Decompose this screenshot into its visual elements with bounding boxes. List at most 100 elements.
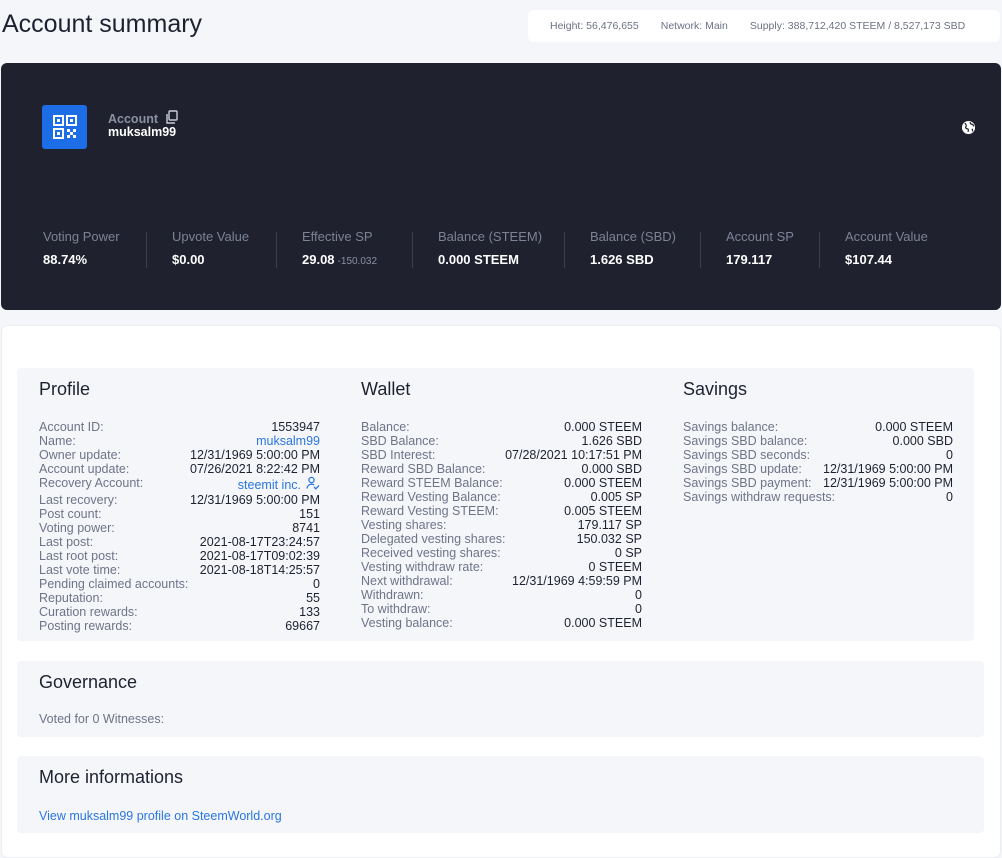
supply-label: Supply: 388,712,420 STEEM / 8,527,173 SB… xyxy=(749,20,966,32)
list-item: Owner update: 12/31/1969 5:00:00 PM xyxy=(39,448,320,462)
field-value: 0 STEEM xyxy=(588,560,643,574)
field-value: 8741 xyxy=(292,521,320,535)
list-item: Delegated vesting shares: 150.032 SP xyxy=(361,532,642,546)
field-value: 150.032 SP xyxy=(576,532,642,546)
governance-title: Governance xyxy=(39,672,138,692)
list-item: Vesting balance: 0.000 STEEM xyxy=(361,616,642,630)
field-value: 133 xyxy=(299,605,320,619)
field-value: 0 xyxy=(313,577,320,591)
recovery-account-name[interactable]: steemit inc. xyxy=(238,478,301,492)
metric-voting-power: Voting Power 88.74% xyxy=(43,229,120,267)
globe-icon[interactable] xyxy=(961,120,976,135)
field-label: Pending claimed accounts: xyxy=(39,577,189,591)
field-label: Curation rewards: xyxy=(39,605,138,619)
field-label: Reward Vesting STEEM: xyxy=(361,504,499,518)
field-label: Owner update: xyxy=(39,448,121,462)
field-label: Account ID: xyxy=(39,420,104,434)
metric-balance-steem: Balance (STEEM) 0.000 STEEM xyxy=(438,229,542,267)
list-item: Savings SBD payment: 12/31/1969 5:00:00 P… xyxy=(683,476,953,490)
divider xyxy=(700,232,701,268)
field-value: 2021-08-18T14:25:57 xyxy=(199,563,320,577)
list-item: Last vote time: 2021-08-18T14:25:57 xyxy=(39,563,320,577)
metric-effective-sp: Effective SP 29.08 -150.032 xyxy=(302,229,377,267)
list-item: Reward Vesting Balance: 0.005 SP xyxy=(361,490,642,504)
field-value: 0.000 SBD xyxy=(892,434,953,448)
savings-list: Savings balance: 0.000 STEEM Savings SBD … xyxy=(683,420,953,504)
field-label: SBD Interest: xyxy=(361,448,436,462)
account-name: muksalm99 xyxy=(108,125,177,139)
list-item: Last recovery: 12/31/1969 5:00:00 PM xyxy=(39,493,320,507)
field-label: Last root post: xyxy=(39,549,119,563)
witness-votes-text: Voted for 0 Witnesses: xyxy=(39,712,165,726)
metric-label: Balance (SBD) xyxy=(590,229,676,244)
field-value: 0.005 SP xyxy=(590,490,642,504)
list-item: Vesting withdraw rate: 0 STEEM xyxy=(361,560,642,574)
field-label: Savings balance: xyxy=(683,420,779,434)
metric-label: Account SP xyxy=(726,229,794,244)
account-hero: Account muksalm99 Voting Power 88.74% Up… xyxy=(1,63,1001,310)
list-item: Reputation: 55 xyxy=(39,591,320,605)
field-label: Savings SBD balance: xyxy=(683,434,808,448)
field-value: 0 xyxy=(635,588,642,602)
field-label: Savings withdraw requests: xyxy=(683,490,836,504)
field-value: 179.117 SP xyxy=(577,518,642,532)
field-label: Posting rewards: xyxy=(39,619,133,633)
field-label: Voting power: xyxy=(39,521,115,535)
field-value: 12/31/1969 5:00:00 PM xyxy=(190,448,320,462)
list-item: Next withdrawal: 12/31/1969 4:59:59 PM xyxy=(361,574,642,588)
list-item: Account update: 07/26/2021 8:22:42 PM xyxy=(39,462,320,476)
list-item: Reward SBD Balance: 0.000 SBD xyxy=(361,462,642,476)
divider xyxy=(412,232,413,268)
chain-stats: Height: 56,476,655 Network: Main Supply:… xyxy=(528,10,1000,42)
list-item: Savings SBD seconds: 0 xyxy=(683,448,953,462)
field-label: Withdrawn: xyxy=(361,588,424,602)
wallet-title: Wallet xyxy=(361,379,411,399)
list-item: Posting rewards: 69667 xyxy=(39,619,320,633)
field-value: 0 xyxy=(946,448,953,462)
field-label: Vesting withdraw rate: xyxy=(361,560,484,574)
metric-label: Balance (STEEM) xyxy=(438,229,543,244)
list-item: Vesting shares: 179.117 SP xyxy=(361,518,642,532)
field-value: 0 xyxy=(946,490,953,504)
metric-label: Voting Power xyxy=(43,229,120,244)
field-value: 0.000 STEEM xyxy=(564,476,642,490)
metric-value: 179.117 xyxy=(726,252,773,267)
field-label: Received vesting shares: xyxy=(361,546,501,560)
divider xyxy=(146,232,147,268)
details-card: Profile Account ID: 1553947 Name: muksalm9… xyxy=(1,325,1001,858)
account-name-link[interactable]: muksalm99 xyxy=(256,434,320,448)
list-item: SBD Balance: 1.626 SBD xyxy=(361,434,642,448)
field-value: 0.000 STEEM xyxy=(875,420,953,434)
field-label: Balance: xyxy=(361,420,410,434)
field-value: 12/31/1969 4:59:59 PM xyxy=(512,574,642,588)
savings-title: Savings xyxy=(683,379,748,399)
metrics-bar: Voting Power 88.74% Upvote Value $0.00 E… xyxy=(1,229,1001,269)
divider xyxy=(819,232,820,268)
field-value: 0.000 STEEM xyxy=(564,420,642,434)
field-value: 69667 xyxy=(285,619,320,633)
field-label: Savings SBD update: xyxy=(683,462,802,476)
field-value: 0.005 STEEM xyxy=(564,504,642,518)
list-item: Reward STEEM Balance: 0.000 STEEM xyxy=(361,476,642,490)
field-label: Vesting balance: xyxy=(361,616,453,630)
list-item: Withdrawn: 0 xyxy=(361,588,642,602)
field-label: Savings SBD seconds: xyxy=(683,448,811,462)
block-height: Height: 56,476,655 xyxy=(550,20,639,32)
field-label: Account update: xyxy=(39,462,130,476)
account-label: Account xyxy=(108,111,158,126)
steemworld-profile-link[interactable]: View muksalm99 profile on SteemWorld.org xyxy=(39,809,282,823)
network-label: Network: Main xyxy=(660,20,728,32)
qr-code-icon[interactable] xyxy=(42,105,87,149)
recovery-account-link[interactable]: steemit inc. xyxy=(238,476,320,493)
list-item: Balance: 0.000 STEEM xyxy=(361,420,642,434)
metric-value: $0.00 xyxy=(172,252,205,267)
field-value: 1553947 xyxy=(271,420,320,434)
metric-value: 0.000 STEEM xyxy=(438,252,519,267)
metric-account-value: Account Value $107.44 xyxy=(845,229,928,267)
list-item: Name: muksalm99 xyxy=(39,434,320,448)
field-value: 2021-08-17T23:24:57 xyxy=(199,535,320,549)
list-item: Last root post: 2021-08-17T09:02:39 xyxy=(39,549,320,563)
divider xyxy=(276,232,277,268)
field-label: Reputation: xyxy=(39,591,103,605)
list-item: Post count: 151 xyxy=(39,507,320,521)
